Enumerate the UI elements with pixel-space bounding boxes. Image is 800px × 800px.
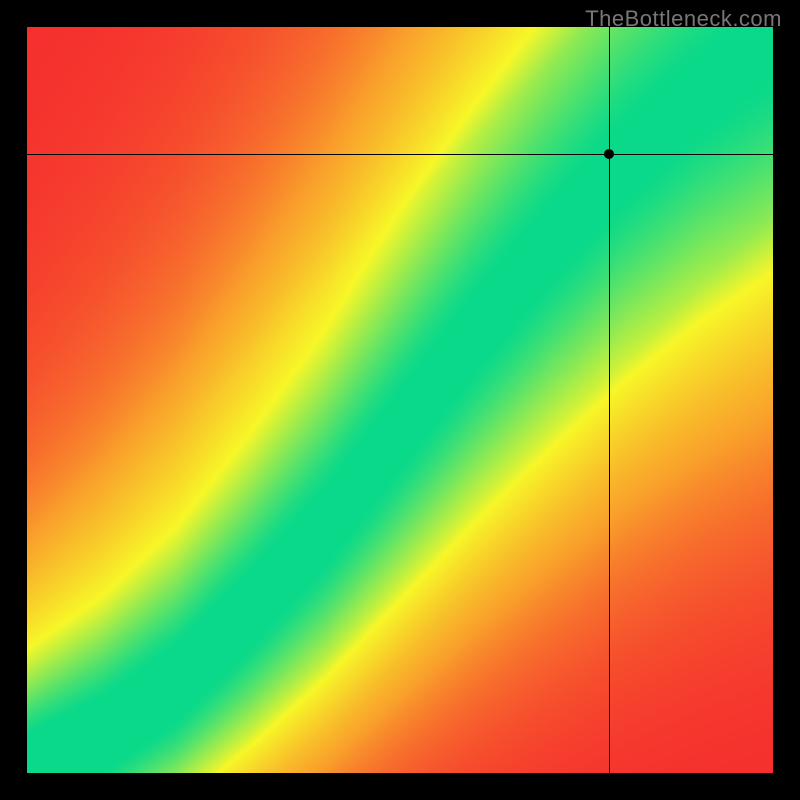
heatmap-plot <box>27 27 773 773</box>
crosshair-horizontal <box>27 154 773 155</box>
crosshair-dot <box>604 149 614 159</box>
crosshair-vertical <box>609 27 610 773</box>
watermark-text: TheBottleneck.com <box>585 6 782 32</box>
heatmap-canvas <box>27 27 773 773</box>
